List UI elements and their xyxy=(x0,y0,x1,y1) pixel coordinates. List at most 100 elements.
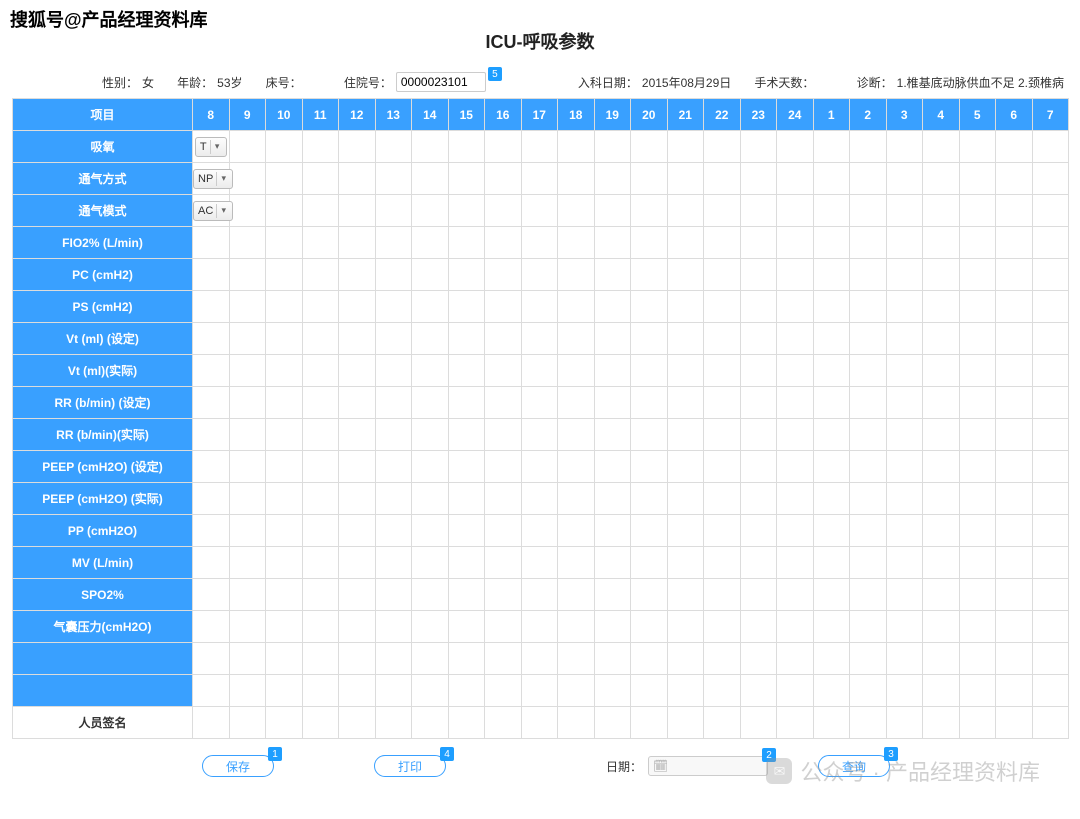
cell[interactable] xyxy=(667,675,704,707)
cell[interactable] xyxy=(193,611,230,643)
cell[interactable] xyxy=(594,291,631,323)
cell[interactable] xyxy=(339,323,376,355)
cell[interactable] xyxy=(923,547,960,579)
cell[interactable] xyxy=(813,675,850,707)
cell[interactable] xyxy=(886,483,923,515)
cell[interactable] xyxy=(521,131,558,163)
cell[interactable] xyxy=(594,323,631,355)
cell[interactable] xyxy=(704,163,741,195)
cell[interactable] xyxy=(813,291,850,323)
cell[interactable] xyxy=(923,675,960,707)
cell[interactable] xyxy=(740,675,777,707)
cell[interactable] xyxy=(923,291,960,323)
cell[interactable] xyxy=(521,227,558,259)
cell[interactable] xyxy=(375,195,412,227)
cell[interactable] xyxy=(923,579,960,611)
cell[interactable] xyxy=(302,195,339,227)
cell[interactable] xyxy=(558,163,595,195)
cell[interactable] xyxy=(193,547,230,579)
cell[interactable] xyxy=(412,419,449,451)
cell-select[interactable]: T▾ xyxy=(195,137,227,157)
cell[interactable] xyxy=(631,387,668,419)
cell[interactable] xyxy=(448,291,485,323)
cell[interactable] xyxy=(996,227,1033,259)
cell-select[interactable]: NP▾ xyxy=(193,169,233,189)
cell[interactable] xyxy=(996,515,1033,547)
cell[interactable] xyxy=(302,323,339,355)
cell[interactable] xyxy=(996,675,1033,707)
cell[interactable] xyxy=(302,131,339,163)
cell[interactable] xyxy=(777,611,814,643)
cell[interactable] xyxy=(777,131,814,163)
cell[interactable] xyxy=(631,195,668,227)
cell[interactable] xyxy=(777,643,814,675)
cell[interactable] xyxy=(959,323,996,355)
cell[interactable] xyxy=(375,227,412,259)
cell[interactable] xyxy=(813,547,850,579)
cell[interactable] xyxy=(1032,419,1069,451)
cell[interactable] xyxy=(813,643,850,675)
signature-cell[interactable] xyxy=(266,707,303,739)
cell[interactable] xyxy=(850,291,887,323)
cell[interactable] xyxy=(485,131,522,163)
cell[interactable] xyxy=(740,387,777,419)
cell[interactable] xyxy=(594,675,631,707)
cell[interactable] xyxy=(923,131,960,163)
cell[interactable] xyxy=(412,323,449,355)
cell[interactable] xyxy=(996,291,1033,323)
cell[interactable] xyxy=(485,675,522,707)
cell[interactable] xyxy=(448,515,485,547)
cell[interactable] xyxy=(302,547,339,579)
cell[interactable] xyxy=(266,419,303,451)
cell[interactable] xyxy=(485,451,522,483)
cell[interactable] xyxy=(339,131,376,163)
cell[interactable] xyxy=(521,259,558,291)
cell[interactable] xyxy=(229,515,266,547)
cell[interactable] xyxy=(521,643,558,675)
cell[interactable] xyxy=(813,355,850,387)
cell[interactable] xyxy=(813,419,850,451)
cell[interactable] xyxy=(558,579,595,611)
cell[interactable] xyxy=(850,451,887,483)
cell[interactable] xyxy=(412,547,449,579)
cell[interactable] xyxy=(1032,643,1069,675)
cell[interactable] xyxy=(886,419,923,451)
cell[interactable] xyxy=(193,643,230,675)
cell[interactable] xyxy=(375,515,412,547)
cell[interactable] xyxy=(1032,227,1069,259)
cell[interactable] xyxy=(631,131,668,163)
cell[interactable] xyxy=(229,195,266,227)
cell[interactable] xyxy=(339,291,376,323)
cell[interactable] xyxy=(193,451,230,483)
cell[interactable] xyxy=(485,483,522,515)
cell[interactable] xyxy=(740,291,777,323)
cell[interactable] xyxy=(266,547,303,579)
cell[interactable] xyxy=(886,547,923,579)
cell[interactable] xyxy=(850,419,887,451)
cell[interactable] xyxy=(959,163,996,195)
cell[interactable] xyxy=(302,355,339,387)
cell[interactable] xyxy=(1032,515,1069,547)
cell[interactable] xyxy=(266,483,303,515)
cell[interactable] xyxy=(996,195,1033,227)
cell[interactable] xyxy=(375,547,412,579)
cell[interactable] xyxy=(740,195,777,227)
cell[interactable] xyxy=(740,515,777,547)
cell[interactable] xyxy=(704,387,741,419)
cell[interactable] xyxy=(339,419,376,451)
cell[interactable] xyxy=(631,483,668,515)
cell[interactable] xyxy=(302,163,339,195)
cell[interactable] xyxy=(339,515,376,547)
signature-cell[interactable] xyxy=(777,707,814,739)
cell[interactable] xyxy=(850,547,887,579)
cell[interactable] xyxy=(339,355,376,387)
cell[interactable] xyxy=(850,675,887,707)
cell[interactable] xyxy=(886,291,923,323)
cell[interactable] xyxy=(339,643,376,675)
cell[interactable] xyxy=(667,387,704,419)
cell[interactable] xyxy=(302,483,339,515)
cell[interactable] xyxy=(959,131,996,163)
cell[interactable] xyxy=(850,195,887,227)
cell[interactable] xyxy=(375,355,412,387)
cell[interactable] xyxy=(594,419,631,451)
